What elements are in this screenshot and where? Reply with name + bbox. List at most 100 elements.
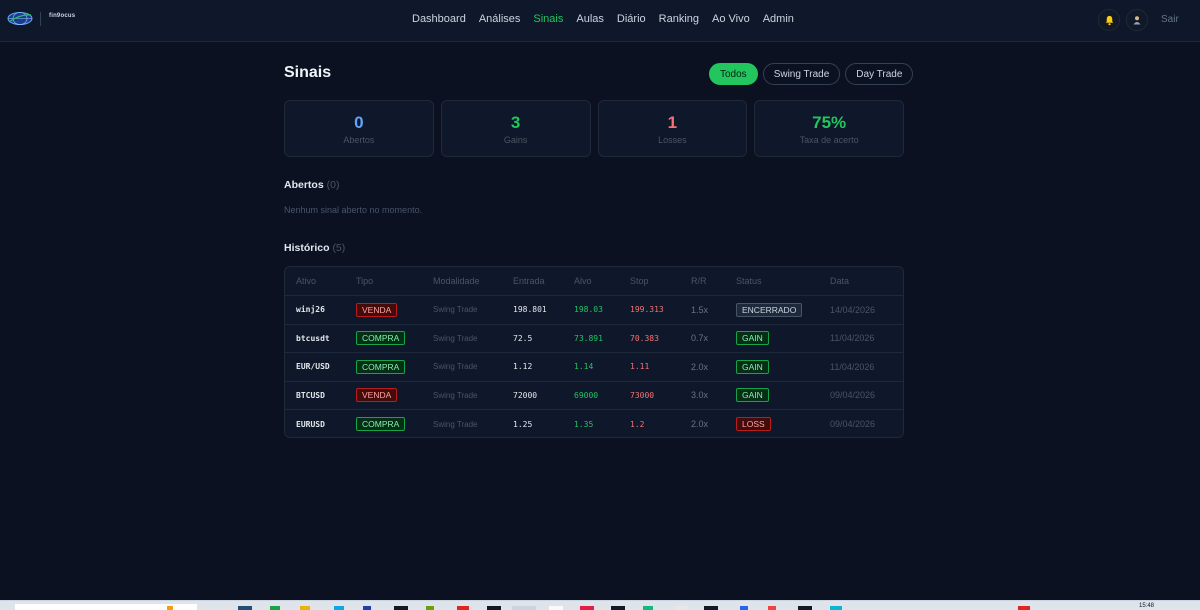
table-row[interactable]: btcusdt COMPRA Swing Trade 72.5 73.891 7… [285, 325, 903, 353]
taskbar-tray-icon[interactable] [1018, 606, 1030, 610]
taskbar-app-icon[interactable] [549, 606, 563, 610]
taskbar-clock[interactable]: 15:48 [1139, 603, 1154, 609]
taskbar-app-icon[interactable] [457, 606, 469, 610]
cell-entrada: 72000 [513, 390, 538, 400]
taskbar-app-icon[interactable] [798, 606, 812, 610]
stat-card-abertos: 0 Abertos [284, 100, 434, 157]
taskbar-app-icon[interactable] [270, 606, 280, 610]
stat-label: Gains [503, 135, 528, 145]
tipo-badge: COMPRA [356, 417, 406, 432]
col-header-stop: Stop [630, 276, 649, 286]
filter-swing-trade-button[interactable]: Swing Trade [762, 63, 841, 85]
taskbar-app-icon[interactable] [426, 606, 434, 610]
nav-sinais[interactable]: Sinais [533, 13, 563, 25]
section-title: Histórico [284, 242, 330, 254]
taskbar-app-icon[interactable] [363, 606, 371, 610]
taskbar-app-icon[interactable] [704, 606, 718, 610]
cell-modalidade: Swing Trade [433, 362, 478, 372]
notifications-button[interactable] [1098, 9, 1120, 31]
cell-stop: 73000 [630, 390, 655, 400]
cell-data: 09/04/2026 [830, 419, 876, 430]
user-avatar-button[interactable] [1126, 9, 1148, 31]
taskbar-app-icon[interactable] [300, 606, 310, 610]
cell-alvo: 1.14 [574, 362, 594, 372]
stat-value: 3 [510, 113, 521, 132]
top-navbar: fin9ocus Dashboard Análises Sinais Aulas… [0, 0, 1200, 42]
taskbar-app-icon[interactable] [611, 606, 625, 610]
nav-dashboard[interactable]: Dashboard [412, 13, 466, 25]
cell-entrada: 198.801 [513, 305, 547, 315]
cell-ativo: winj26 [296, 305, 325, 315]
nav-aulas[interactable]: Aulas [576, 13, 604, 25]
taskbar-app-icon[interactable] [740, 606, 748, 610]
taskbar-app-icon[interactable] [512, 606, 536, 610]
filter-day-trade-button[interactable]: Day Trade [845, 63, 914, 85]
cell-stop: 199.313 [630, 305, 664, 315]
stats-row: 0 Abertos 3 Gains 1 Losses 75% Taxa de a… [284, 100, 904, 157]
col-header-ativo: Ativo [296, 276, 317, 286]
tipo-badge: COMPRA [356, 331, 406, 346]
col-header-entrada: Entrada [513, 276, 545, 286]
cell-ativo: EUR/USD [296, 362, 330, 372]
taskbar-app-icon[interactable] [830, 606, 842, 610]
cell-entrada: 72.5 [513, 333, 533, 343]
table-row[interactable]: BTCUSD VENDA Swing Trade 72000 69000 730… [285, 382, 903, 410]
cell-rr: 1.5x [691, 304, 709, 315]
table-header-row: Ativo Tipo Modalidade Entrada Alvo Stop … [285, 267, 903, 296]
historico-table: Ativo Tipo Modalidade Entrada Alvo Stop … [284, 266, 904, 438]
taskbar-app-icon[interactable] [334, 606, 344, 610]
cell-alvo: 73.891 [574, 333, 603, 343]
cell-rr: 3.0x [691, 390, 709, 401]
tipo-badge: VENDA [356, 388, 398, 403]
nav-ao-vivo[interactable]: Ao Vivo [712, 13, 750, 25]
section-abertos-heading: Abertos (0) [284, 179, 339, 191]
cell-data: 09/04/2026 [830, 390, 876, 401]
cell-stop: 70.383 [630, 333, 659, 343]
cell-stop: 1.2 [630, 419, 645, 429]
cell-data: 11/04/2026 [830, 361, 875, 372]
taskbar-app-icon[interactable] [394, 606, 408, 610]
nav-analises[interactable]: Análises [479, 13, 521, 25]
logo-divider [40, 12, 41, 26]
brand-logo-globe[interactable] [7, 10, 33, 27]
user-icon [1133, 16, 1141, 25]
cell-alvo: 1.35 [574, 419, 594, 429]
taskbar-app-icon[interactable] [238, 606, 252, 610]
cell-modalidade: Swing Trade [433, 419, 478, 429]
brand-wordmark[interactable]: fin9ocus [49, 13, 75, 19]
stat-label: Abertos [343, 135, 375, 145]
filter-todos-button[interactable]: Todos [709, 63, 758, 85]
status-badge: ENCERRADO [736, 302, 803, 317]
taskbar-app-icon[interactable] [674, 606, 688, 610]
status-badge: GAIN [736, 388, 769, 403]
taskbar-app-icon[interactable] [167, 606, 173, 610]
os-taskbar: 15:48 [0, 600, 1200, 610]
col-header-tipo: Tipo [356, 276, 374, 286]
taskbar-app-icon[interactable] [580, 606, 594, 610]
cell-modalidade: Swing Trade [433, 305, 478, 315]
nav-ranking[interactable]: Ranking [659, 13, 699, 25]
taskbar-app-icon[interactable] [643, 606, 653, 610]
table-row[interactable]: EURUSD COMPRA Swing Trade 1.25 1.35 1.2 … [285, 410, 903, 437]
cell-data: 14/04/2026 [830, 304, 876, 315]
table-row[interactable]: EUR/USD COMPRA Swing Trade 1.12 1.14 1.1… [285, 353, 903, 382]
cell-stop: 1.11 [630, 362, 650, 372]
taskbar-app-icon[interactable] [487, 606, 501, 610]
taskbar-app-icon[interactable] [768, 606, 776, 610]
stat-value: 75% [812, 113, 847, 132]
section-count: (5) [332, 242, 346, 254]
stat-card-losses: 1 Losses [597, 100, 748, 157]
section-title: Abertos [284, 179, 324, 191]
table-row[interactable]: winj26 VENDA Swing Trade 198.801 198.03 … [285, 296, 903, 325]
stat-card-taxa-acerto: 75% Taxa de acerto [754, 100, 904, 157]
cell-alvo: 69000 [574, 390, 599, 400]
col-header-rr: R/R [691, 276, 707, 286]
cell-rr: 2.0x [691, 361, 709, 372]
cell-ativo: BTCUSD [296, 390, 325, 400]
stat-value: 0 [354, 113, 364, 132]
logout-link[interactable]: Sair [1161, 14, 1179, 25]
nav-admin[interactable]: Admin [763, 13, 794, 25]
nav-diario[interactable]: Diário [617, 13, 646, 25]
cell-data: 11/04/2026 [830, 333, 875, 344]
stat-value: 1 [667, 113, 678, 132]
